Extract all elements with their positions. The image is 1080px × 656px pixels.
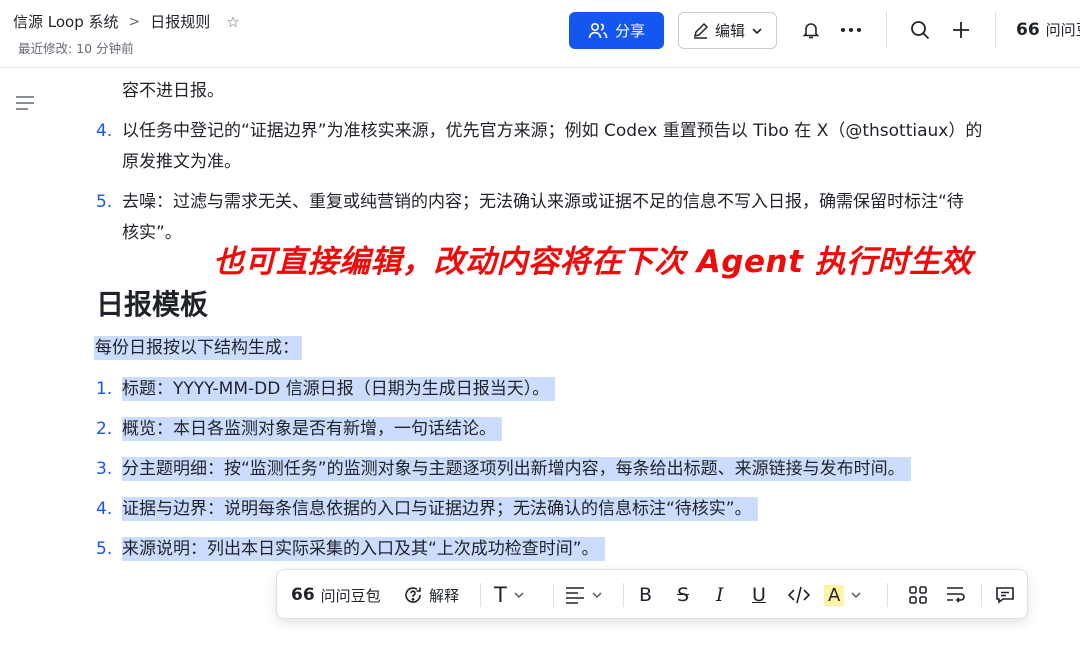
list-number: 3. <box>96 459 113 479</box>
quote-icon: 66 <box>291 585 315 605</box>
ask-doubao-button[interactable]: 66 问问豆 <box>1016 19 1080 40</box>
underline-button[interactable]: U <box>752 570 766 620</box>
code-icon <box>788 586 810 604</box>
text-style-button[interactable]: T <box>494 570 525 620</box>
last-modified-text: 最近修改: 10 分钟前 <box>18 41 134 56</box>
doc-header: 信源 Loop 系统 > 日报规则 ☆ 最近修改: 10 分钟前 分享 编辑 6… <box>0 0 1080 68</box>
grid-icon <box>909 586 927 604</box>
paragraph-fragment[interactable]: 容不进日报。 <box>122 76 224 107</box>
floating-format-toolbar: 66 问问豆包 解释 T B S I U A <box>276 569 1028 619</box>
toolbar-divider <box>981 583 982 607</box>
template-item-4[interactable]: 证据与边界：说明每条信息依据的入口与证据边界；无法确认的信息标注“待核实”。 <box>122 494 758 525</box>
pencil-icon <box>693 22 709 39</box>
comment-icon <box>996 587 1014 604</box>
share-users-icon <box>588 22 608 38</box>
breadcrumb-separator: > <box>128 13 141 30</box>
toolbar-divider <box>887 583 888 607</box>
search-icon[interactable] <box>909 19 931 41</box>
strikethrough-button[interactable]: S <box>677 570 689 620</box>
selected-text: 标题：YYYY-MM-DD 信源日报（日期为生成日报当天）。 <box>122 377 556 401</box>
outline-menu-icon[interactable] <box>15 95 35 111</box>
chevron-down-icon <box>514 592 524 599</box>
align-left-icon <box>566 587 584 604</box>
annotation-callout: 也可直接编辑，改动内容将在下次 Agent 执行时生效 <box>213 244 973 280</box>
ask-doubao-toolbar-button[interactable]: 66 问问豆包 <box>291 570 381 620</box>
edit-label: 编辑 <box>714 22 745 40</box>
list-number: 5. <box>96 192 113 212</box>
header-divider <box>995 12 996 49</box>
ask-doubao-toolbar-label: 问问豆包 <box>320 586 381 605</box>
rule-item-4-line1[interactable]: 以任务中登记的“证据边界”为准核实来源，优先官方来源；例如 Codex 重置预告… <box>122 116 982 147</box>
rule-item-5-line2[interactable]: 核实”。 <box>122 218 182 249</box>
template-item-5[interactable]: 来源说明：列出本日实际采集的入口及其“上次成功检查时间”。 <box>122 534 605 565</box>
text-wrap-button[interactable] <box>946 570 966 620</box>
selected-text: 证据与边界：说明每条信息依据的入口与证据边界；无法确认的信息标注“待核实”。 <box>122 497 758 521</box>
list-number: 4. <box>96 121 113 141</box>
blocks-button[interactable] <box>908 570 928 620</box>
selected-text: 分主题明细：按“监测任务”的监测对象与主题逐项列出新增内容，每条给出标题、来源链… <box>122 457 911 481</box>
document-body: 容不进日报。 4. 以任务中登记的“证据边界”为准核实来源，优先官方来源；例如 … <box>0 68 1080 656</box>
highlight-color-icon: A <box>824 584 845 606</box>
bold-icon: B <box>639 584 653 606</box>
share-label: 分享 <box>614 22 645 40</box>
chevron-down-icon <box>752 27 762 34</box>
list-number: 1. <box>96 379 113 399</box>
template-item-3[interactable]: 分主题明细：按“监测任务”的监测对象与主题逐项列出新增内容，每条给出标题、来源链… <box>122 454 911 485</box>
explain-label: 解释 <box>429 586 460 605</box>
highlight-color-button[interactable]: A <box>824 570 862 620</box>
template-intro[interactable]: 每份日报按以下结构生成： <box>94 333 302 364</box>
more-icon[interactable] <box>840 19 862 41</box>
strikethrough-icon: S <box>677 584 690 606</box>
text-style-icon: T <box>494 583 507 607</box>
italic-button[interactable]: I <box>716 570 724 620</box>
toolbar-divider <box>623 583 624 607</box>
ask-doubao-label: 问问豆 <box>1045 21 1080 39</box>
pin-icon[interactable]: ☆ <box>226 13 239 31</box>
header-divider <box>886 12 887 49</box>
list-number: 5. <box>96 539 113 559</box>
comment-button[interactable] <box>995 570 1015 620</box>
italic-icon: I <box>716 584 724 606</box>
text-wrap-icon <box>947 587 965 603</box>
rule-item-4-line2[interactable]: 原发推文为准。 <box>122 147 241 178</box>
quote-icon: 66 <box>1016 19 1040 40</box>
toolbar-divider <box>553 583 554 607</box>
bell-icon[interactable] <box>800 19 822 41</box>
explain-icon <box>405 587 421 603</box>
breadcrumb: 信源 Loop 系统 > 日报规则 ☆ <box>13 11 240 32</box>
template-item-2[interactable]: 概览：本日各监测对象是否有新增，一句话结论。 <box>122 414 502 445</box>
toolbar-divider <box>480 583 481 607</box>
rule-item-5-line1[interactable]: 去噪：过滤与需求无关、重复或纯营销的内容；无法确认来源或证据不足的信息不写入日报… <box>122 187 964 218</box>
selected-text: 每份日报按以下结构生成： <box>94 336 302 360</box>
underline-icon: U <box>752 584 766 606</box>
selected-text: 来源说明：列出本日实际采集的入口及其“上次成功检查时间”。 <box>122 537 605 561</box>
selected-text: 概览：本日各监测对象是否有新增，一句话结论。 <box>122 417 502 441</box>
align-button[interactable] <box>565 570 603 620</box>
edit-mode-button[interactable]: 编辑 <box>678 12 777 49</box>
breadcrumb-root[interactable]: 信源 Loop 系统 <box>13 11 119 32</box>
inline-code-button[interactable] <box>788 570 810 620</box>
list-number: 2. <box>96 419 113 439</box>
template-item-1[interactable]: 标题：YYYY-MM-DD 信源日报（日期为生成日报当天）。 <box>122 374 556 405</box>
plus-icon[interactable] <box>950 19 972 41</box>
chevron-down-icon <box>592 592 602 599</box>
breadcrumb-current[interactable]: 日报规则 <box>150 11 210 32</box>
bold-button[interactable]: B <box>639 570 652 620</box>
chevron-down-icon <box>851 592 861 599</box>
share-button[interactable]: 分享 <box>569 12 664 49</box>
list-number: 4. <box>96 499 113 519</box>
explain-button[interactable]: 解释 <box>403 570 459 620</box>
template-heading[interactable]: 日报模板 <box>96 283 208 323</box>
